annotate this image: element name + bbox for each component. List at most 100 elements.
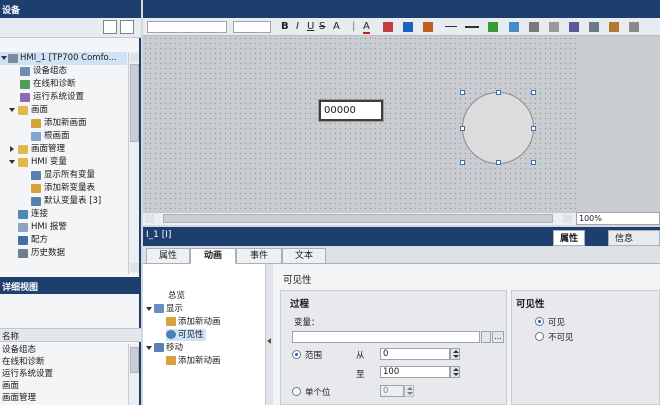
tab-events[interactable]: 事件 <box>236 248 282 264</box>
range-radio[interactable] <box>292 350 301 359</box>
line-color-icon[interactable] <box>403 22 413 32</box>
format-painter-icon[interactable] <box>609 22 619 32</box>
scroll-thumb[interactable] <box>130 347 139 373</box>
flip-icon[interactable] <box>589 22 599 32</box>
runtime-settings-icon <box>20 93 30 102</box>
tab-properties[interactable]: 属性 <box>146 248 190 264</box>
scroll-thumb[interactable] <box>130 64 139 142</box>
tag-list-icon <box>31 171 41 180</box>
resize-handle[interactable] <box>531 90 536 95</box>
collapse-left-icon[interactable] <box>267 338 271 344</box>
bold-button[interactable]: B <box>281 20 289 34</box>
nav-visibility[interactable]: 可见性 <box>166 329 206 341</box>
expand-icon[interactable] <box>9 160 15 164</box>
move-icon <box>154 343 164 352</box>
expand-icon[interactable] <box>146 307 152 311</box>
project-tree-toolbar <box>0 18 141 38</box>
tree-item-hmi[interactable]: HMI_1 [TP700 Comfo... <box>0 52 127 65</box>
resize-handle[interactable] <box>496 160 501 165</box>
detail-row[interactable]: 画面管理 <box>0 392 128 404</box>
resize-handle[interactable] <box>460 126 465 131</box>
font-size-combo[interactable] <box>233 21 271 33</box>
fill-color-icon[interactable] <box>383 22 393 32</box>
scroll-left-icon[interactable] <box>145 214 154 223</box>
detail-row[interactable]: 画面 <box>0 380 128 392</box>
text-color-button[interactable]: A <box>363 20 370 34</box>
scroll-down-icon[interactable] <box>130 263 139 272</box>
project-tree-title: 设备 <box>0 0 141 18</box>
line-style-icon[interactable] <box>465 26 479 28</box>
grid-view-icon[interactable] <box>103 20 117 34</box>
canvas-horizontal-scrollbar[interactable] <box>143 212 576 225</box>
to-spinner-icon[interactable] <box>450 366 460 378</box>
scroll-right-icon[interactable] <box>563 214 572 223</box>
font-grow-button[interactable]: A <box>333 20 340 34</box>
italic-button[interactable]: I <box>296 20 299 34</box>
resize-handle[interactable] <box>531 126 536 131</box>
detail-row[interactable]: 运行系统设置 <box>0 368 128 380</box>
strikethrough-button[interactable]: S <box>319 20 325 34</box>
pattern-icon[interactable] <box>423 22 433 32</box>
invisible-radio[interactable] <box>535 332 544 341</box>
distribute-icon[interactable] <box>529 22 539 32</box>
nav-overview[interactable]: 总览 <box>168 290 185 302</box>
single-bit-input[interactable]: 0 <box>380 385 404 397</box>
folder-icon <box>18 106 28 115</box>
align-icon[interactable] <box>509 22 519 32</box>
visible-radio[interactable] <box>535 317 544 326</box>
device-config-icon <box>20 67 30 76</box>
collapse-icon[interactable] <box>10 146 14 152</box>
resize-handle[interactable] <box>531 160 536 165</box>
scroll-up-icon[interactable] <box>130 53 139 62</box>
resize-handle[interactable] <box>460 90 465 95</box>
inspector-title: I_1 [I] <box>146 230 172 240</box>
resize-handle[interactable] <box>460 160 465 165</box>
detail-view-scrollbar[interactable] <box>128 344 139 405</box>
font-combo[interactable] <box>147 21 227 33</box>
screen-icon <box>31 132 41 141</box>
group-icon[interactable] <box>549 22 559 32</box>
underline-button[interactable]: U <box>307 20 314 34</box>
more-tools-icon[interactable] <box>629 22 639 32</box>
display-icon <box>154 304 164 313</box>
panel-tab-properties[interactable]: 属性 <box>553 230 586 246</box>
detail-view-column-header[interactable]: 名称 <box>0 328 141 342</box>
nav-splitter[interactable] <box>265 264 273 405</box>
expand-icon[interactable] <box>1 56 7 60</box>
zoom-combo[interactable]: 100% <box>576 212 660 225</box>
diagnostics-icon <box>20 80 30 89</box>
browse-button[interactable]: ... <box>492 331 504 343</box>
editor-title-bar <box>143 0 660 18</box>
from-input[interactable]: 0 <box>380 348 450 360</box>
panel-tab-info[interactable]: 信息 <box>608 230 660 246</box>
folder-icon <box>18 158 28 167</box>
circle-object[interactable] <box>462 92 534 164</box>
from-spinner-icon[interactable] <box>450 348 460 360</box>
project-tree-scrollbar[interactable] <box>128 52 139 274</box>
expand-icon[interactable] <box>9 108 15 112</box>
invisible-label: 不可见 <box>548 333 574 343</box>
tab-animations[interactable]: 动画 <box>190 248 236 264</box>
resize-handle[interactable] <box>496 90 501 95</box>
single-bit-radio[interactable] <box>292 387 301 396</box>
expand-icon[interactable] <box>146 346 152 350</box>
visibility-title: 可见性 <box>516 299 545 310</box>
io-field[interactable]: 00000 <box>318 99 384 122</box>
detail-row[interactable]: 在线和诊断 <box>0 356 128 368</box>
detail-row[interactable]: 设备组态 <box>0 344 128 356</box>
to-input[interactable]: 100 <box>380 366 450 378</box>
to-label: 至 <box>356 370 365 380</box>
detail-view-title: 详细视图 <box>0 277 141 294</box>
project-tree: HMI_1 [TP700 Comfo... 设备组态 在线和诊断 运行系统设置 … <box>0 52 127 274</box>
tag-picker-icon[interactable] <box>481 331 491 343</box>
arrange-icon[interactable] <box>488 22 498 32</box>
tab-texts[interactable]: 文本 <box>282 248 326 264</box>
rotate-icon[interactable] <box>569 22 579 32</box>
list-view-icon[interactable] <box>120 20 134 34</box>
line-width-icon[interactable] <box>445 26 457 27</box>
variable-input[interactable] <box>292 331 480 343</box>
range-label: 范围 <box>305 351 323 361</box>
format-toolbar: B I U S A | A <box>143 18 660 36</box>
scroll-thumb[interactable] <box>163 214 553 223</box>
single-bit-spinner-icon[interactable] <box>404 385 414 397</box>
